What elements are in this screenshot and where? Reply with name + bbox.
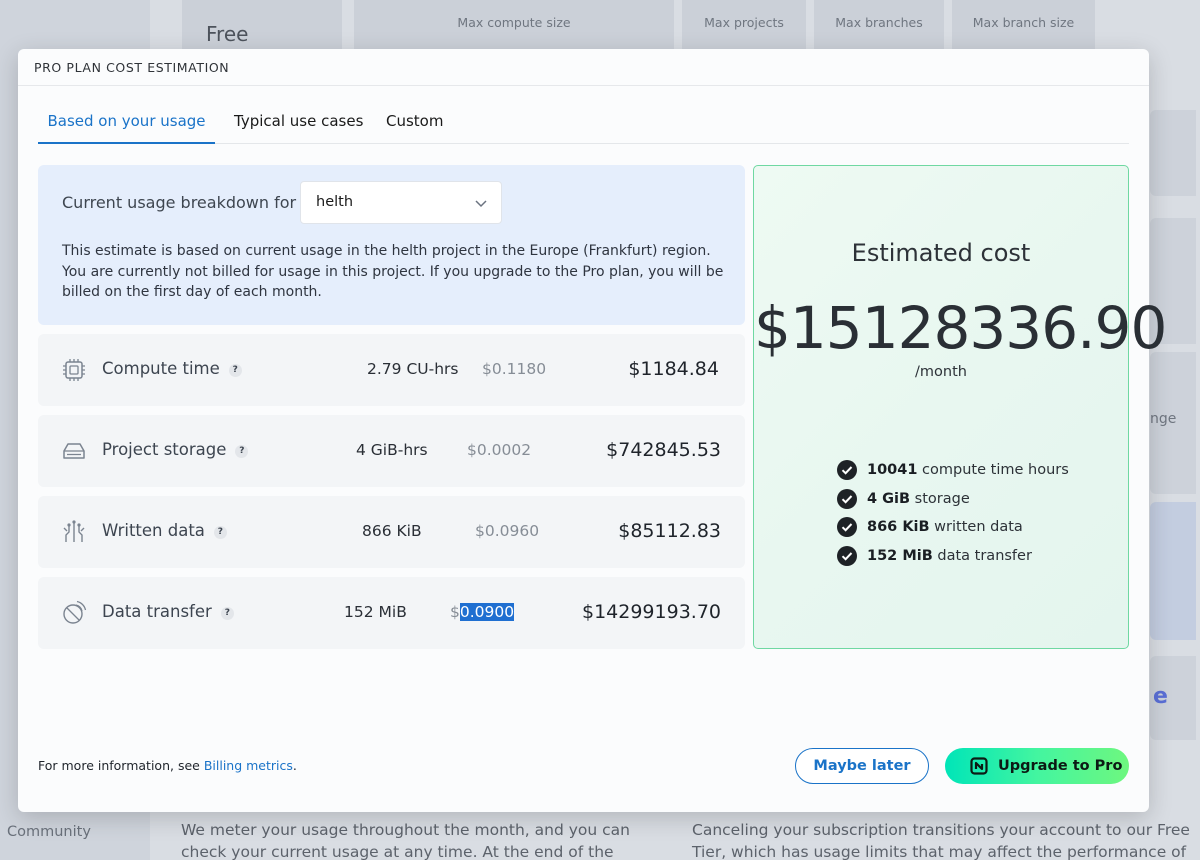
estimate-summary-text: data transfer [932, 547, 1032, 564]
usage-row-label: Written data [102, 521, 205, 540]
estimate-summary-value: 152 MiB [867, 547, 933, 564]
circuit-icon [63, 520, 85, 542]
satellite-icon [63, 600, 87, 624]
help-icon[interactable]: ? [228, 364, 242, 377]
estimate-summary-item: 4 GiB storage [837, 488, 1069, 518]
estimate-summary-list: 10041 compute time hours 4 GiB storage 8… [837, 460, 1069, 574]
help-icon[interactable]: ? [213, 526, 227, 539]
estimate-summary-text: storage [910, 490, 970, 507]
usage-row-compute-time: Compute time? 2.79 CU-hrs $0.1180 $1184.… [38, 334, 745, 406]
divider [18, 85, 1149, 86]
background-text-fragment: nge [1150, 411, 1177, 427]
background-paragraph: We meter your usage throughout the month… [181, 821, 630, 860]
estimated-cost-title: Estimated cost [851, 239, 1031, 267]
project-select-value: helth [316, 194, 354, 210]
project-select[interactable]: helth [300, 181, 502, 224]
upgrade-label: Upgrade to Pro [998, 758, 1123, 774]
usage-row-label: Project storage [102, 440, 227, 459]
usage-row-rate: $0.0900 [450, 603, 515, 621]
cost-estimation-modal: PRO PLAN COST ESTIMATION Based on your u… [18, 49, 1167, 812]
background-card [1150, 110, 1196, 196]
usage-row-name: Data transfer? [102, 602, 234, 621]
check-circle-icon [837, 545, 857, 566]
tab-custom[interactable]: Custom [386, 112, 443, 144]
estimate-summary-value: 4 GiB [867, 490, 911, 507]
sidebar-item-community[interactable]: Community [7, 824, 91, 840]
usage-row-total: $742845.53 [606, 439, 721, 461]
usage-row-quantity: 4 GiB-hrs [356, 441, 428, 459]
estimate-summary-value: 10041 [867, 462, 918, 478]
usage-row-name: Compute time? [102, 359, 242, 378]
usage-row-label: Compute time [102, 359, 220, 378]
estimate-summary-item: 152 MiB data transfer [837, 545, 1069, 575]
usage-row-label: Data transfer [102, 602, 212, 621]
background-card [1150, 502, 1196, 640]
billing-info-text: For more information, see Billing metric… [38, 758, 297, 773]
rate-selected-text: 0.0900 [459, 603, 515, 621]
billing-info-prefix: For more information, see [38, 758, 204, 773]
modal-title: PRO PLAN COST ESTIMATION [34, 60, 230, 75]
estimate-summary-value: 866 KiB [867, 519, 930, 535]
usage-description: This estimate is based on current usage … [62, 243, 724, 300]
usage-row-data-transfer: Data transfer? 152 MiB $0.0900 $14299193… [38, 577, 745, 649]
tab-bar: Based on your usage Typical use cases Cu… [38, 109, 1129, 144]
billing-metrics-link[interactable]: Billing metrics [204, 758, 293, 773]
check-circle-icon [837, 488, 857, 509]
estimate-summary-item: 866 KiB written data [837, 517, 1069, 546]
tab-typical-use-cases[interactable]: Typical use cases [234, 112, 363, 144]
billing-info-suffix: . [292, 758, 297, 773]
tab-based-on-usage[interactable]: Based on your usage [38, 112, 215, 144]
usage-row-rate: $0.0960 [475, 522, 540, 540]
usage-row-rate: $0.0002 [467, 441, 532, 459]
help-icon[interactable]: ? [235, 445, 249, 458]
check-circle-icon [837, 517, 857, 537]
chip-icon [63, 359, 85, 381]
usage-row-written-data: Written data? 866 KiB $0.0960 $85112.83 [38, 496, 745, 568]
usage-row-project-storage: Project storage? 4 GiB-hrs $0.0002 $7428… [38, 415, 745, 487]
help-icon[interactable]: ? [220, 607, 234, 620]
usage-info-box: Current usage breakdown for helth This e… [38, 165, 745, 325]
estimated-cost-panel: Estimated cost $15128336.90 /month 10041… [753, 165, 1167, 649]
usage-row-total: $1184.84 [628, 358, 719, 380]
estimate-summary-text: written data [929, 519, 1023, 535]
usage-row-quantity: 152 MiB [344, 603, 407, 621]
usage-row-name: Project storage? [102, 440, 249, 459]
background-text-fragment: e [1153, 684, 1168, 709]
estimated-cost-period: /month [915, 364, 967, 380]
storage-icon [63, 443, 85, 459]
estimated-cost-value: $15128336.90 [754, 294, 1167, 362]
usage-row-quantity: 2.79 CU-hrs [367, 360, 459, 378]
upgrade-to-pro-button[interactable]: Upgrade to Pro [945, 748, 1129, 784]
usage-breakdown-label: Current usage breakdown for [62, 193, 297, 212]
usage-row-quantity: 866 KiB [362, 522, 422, 540]
background-paragraph: Canceling your subscription transitions … [692, 821, 1190, 860]
usage-row-name: Written data? [102, 521, 227, 540]
usage-row-total: $85112.83 [618, 520, 721, 542]
maybe-later-button[interactable]: Maybe later [795, 748, 929, 784]
estimate-summary-item: 10041 compute time hours [837, 460, 1069, 489]
usage-row-total: $14299193.70 [581, 601, 721, 623]
usage-row-rate: $0.1180 [482, 360, 547, 378]
chevron-down-icon [475, 200, 487, 208]
rate-prefix: $ [450, 603, 460, 621]
check-circle-icon [837, 460, 857, 480]
estimate-summary-text: compute time hours [917, 462, 1069, 478]
upgrade-icon [970, 757, 988, 775]
